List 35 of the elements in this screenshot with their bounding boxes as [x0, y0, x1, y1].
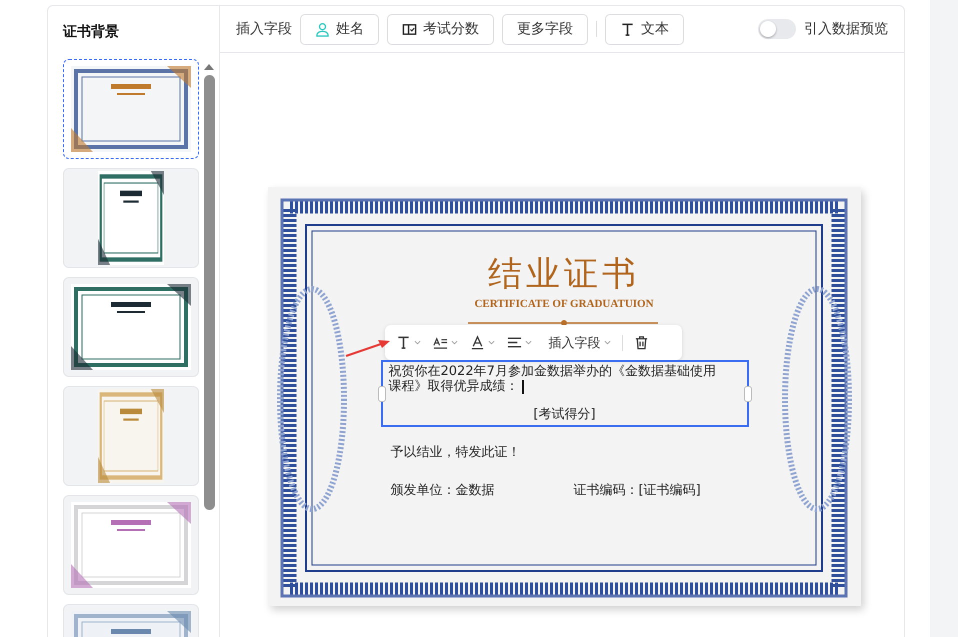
certificate-code-text: 证书编码：[证书编码]	[574, 482, 701, 499]
exam-score-field: [考试得分]	[388, 405, 740, 423]
sidebar-title: 证书背景	[62, 23, 120, 42]
field-button[interactable]: 文本	[605, 14, 684, 44]
template-thumbnail[interactable]	[63, 59, 199, 159]
arrow-annotation	[344, 338, 390, 358]
chevron-icon	[604, 340, 610, 345]
spacing-icon	[432, 335, 448, 350]
chevron-icon	[524, 340, 532, 345]
resize-handle[interactable]	[378, 386, 386, 402]
preview-toggle-label: 引入数据预览	[804, 20, 888, 38]
certificate-paragraph: 课程》取得优异成绩：	[388, 379, 518, 394]
field-button[interactable]: 考试分数	[387, 14, 494, 44]
scroll-up-icon[interactable]	[203, 63, 215, 71]
preview-toggle[interactable]	[758, 19, 796, 39]
field-button[interactable]: 姓名	[300, 14, 379, 44]
resize-handle[interactable]	[744, 386, 752, 402]
font-color-icon	[470, 335, 484, 350]
book-icon	[402, 22, 417, 36]
chevron-icon	[414, 340, 420, 345]
issuer-text: 颁发单位：金数据	[390, 482, 494, 499]
insert-field-dropdown[interactable]: 插入字段	[538, 332, 616, 354]
align-left-icon	[506, 335, 522, 350]
text-icon	[396, 335, 410, 350]
chevron-icon	[488, 340, 494, 345]
trash-icon	[634, 335, 648, 350]
insert-field-label: 插入字段	[236, 20, 292, 38]
field-button[interactable]: 更多字段	[502, 14, 588, 44]
text-icon	[620, 22, 635, 36]
certificate-paragraph: 祝贺你在2022年7月参加金数据举办的《金数据基础使用	[388, 364, 716, 379]
text-cursor	[522, 380, 524, 394]
chevron-icon	[450, 340, 458, 345]
certificate-text: 予以结业，特发此证！	[390, 444, 520, 461]
person-icon	[315, 22, 330, 36]
certificate-title: 结业证书	[488, 253, 640, 296]
